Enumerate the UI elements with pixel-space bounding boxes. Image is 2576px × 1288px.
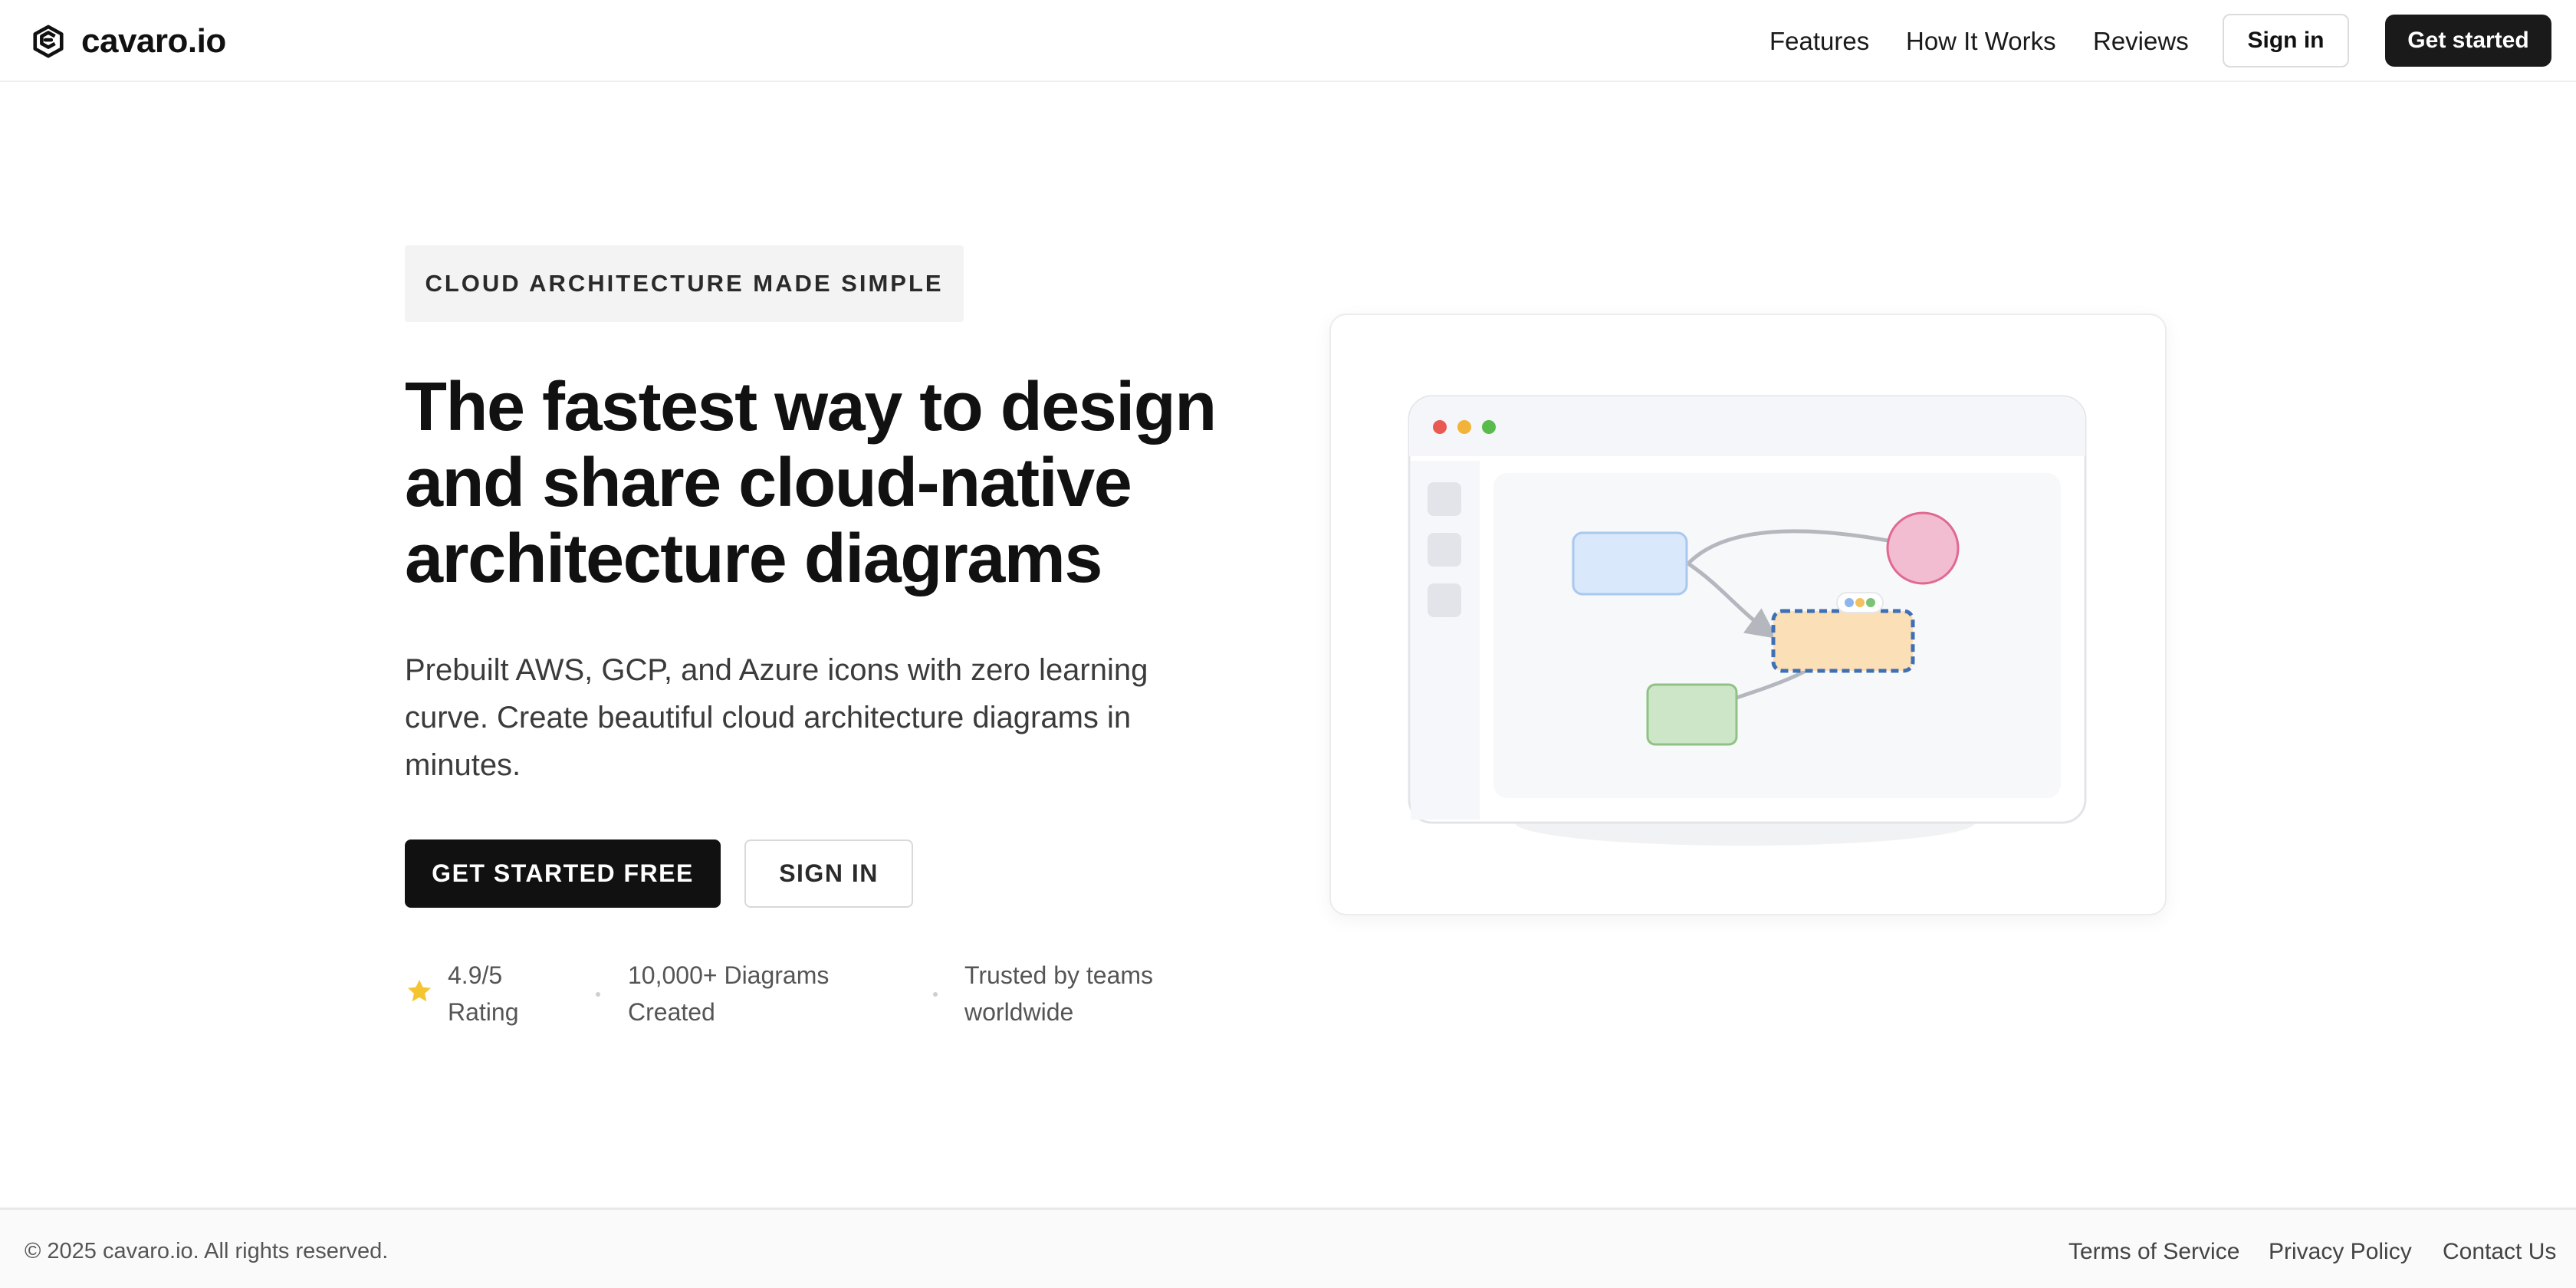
hero-subheading-line-2: curve. Create beautiful cloud architectu… xyxy=(405,701,1132,734)
nav-link-features[interactable]: Features xyxy=(1769,27,1869,56)
sidebar-tool-1 xyxy=(1428,482,1461,516)
hero-sign-in-button[interactable]: SIGN IN xyxy=(744,840,913,908)
footer-link-contact[interactable]: Contact Us xyxy=(2443,1239,2556,1265)
footer-copyright: © 2025 cavaro.io. All rights reserved. xyxy=(25,1239,389,1263)
get-started-free-button[interactable]: GET STARTED FREE xyxy=(405,840,721,908)
stat-separator xyxy=(596,992,600,997)
hero-headline: The fastest way to design and share clou… xyxy=(405,370,1256,597)
nav-sign-in-button[interactable]: Sign in xyxy=(2223,14,2349,67)
page-footer: © 2025 cavaro.io. All rights reserved. T… xyxy=(0,1208,2576,1288)
stat-rating-value: 4.9/5 xyxy=(448,961,503,989)
window-close-dot xyxy=(1433,420,1447,434)
hero-headline-line-3: architecture diagrams xyxy=(405,521,1102,597)
hero-headline-line-1: The fastest way to design xyxy=(405,369,1217,445)
diagram-editor-illustration xyxy=(1408,395,2087,846)
nav-link-reviews[interactable]: Reviews xyxy=(2093,27,2189,56)
node-orange-selected xyxy=(1771,609,1915,673)
window-minimize-dot xyxy=(1457,420,1471,434)
star-icon xyxy=(407,979,432,1002)
nav-get-started-button[interactable]: Get started xyxy=(2385,15,2551,67)
brand-name: cavaro.io xyxy=(81,22,226,60)
collaborator-avatar-3 xyxy=(1866,598,1875,607)
footer-link-privacy[interactable]: Privacy Policy xyxy=(2269,1239,2412,1265)
hero-eyebrow-badge: CLOUD ARCHITECTURE MADE SIMPLE xyxy=(405,245,964,322)
stat-diagrams: 10,000+ Diagrams Created xyxy=(628,957,829,1030)
stat-diagrams-value: 10,000+ Diagrams xyxy=(628,961,830,989)
hero-headline-line-2: and share cloud-native xyxy=(405,445,1132,521)
window-maximize-dot xyxy=(1482,420,1496,434)
brand-logo-link[interactable]: cavaro.io xyxy=(31,20,226,63)
hero-subheading-line-3: minutes. xyxy=(405,748,521,782)
hero-subheading-line-1: Prebuilt AWS, GCP, and Azure icons with … xyxy=(405,653,1148,687)
stat-rating: 4.9/5 Rating xyxy=(448,957,519,1030)
sidebar-tool-3 xyxy=(1428,583,1461,617)
collaborator-avatar-2 xyxy=(1855,598,1865,607)
stat-diagrams-label: Created xyxy=(628,998,715,1026)
stat-trusted-line-1: Trusted by teams xyxy=(964,961,1154,989)
collaborator-avatar-1 xyxy=(1845,598,1854,607)
stat-trusted: Trusted by teams worldwide xyxy=(964,957,1153,1030)
top-navbar: cavaro.io Features How It Works Reviews … xyxy=(0,0,2576,82)
footer-link-terms[interactable]: Terms of Service xyxy=(2068,1239,2239,1265)
stat-rating-label: Rating xyxy=(448,998,519,1026)
node-green xyxy=(1646,683,1738,746)
editor-titlebar xyxy=(1409,396,2085,456)
stat-separator xyxy=(933,992,938,997)
node-pink xyxy=(1886,511,1960,585)
sidebar-tool-2 xyxy=(1428,533,1461,567)
hero-subheading: Prebuilt AWS, GCP, and Azure icons with … xyxy=(405,646,1210,789)
stat-trusted-line-2: worldwide xyxy=(964,998,1074,1026)
cube-logo-icon xyxy=(33,25,64,58)
nav-link-how-it-works[interactable]: How It Works xyxy=(1906,27,2056,56)
node-blue xyxy=(1572,531,1688,596)
